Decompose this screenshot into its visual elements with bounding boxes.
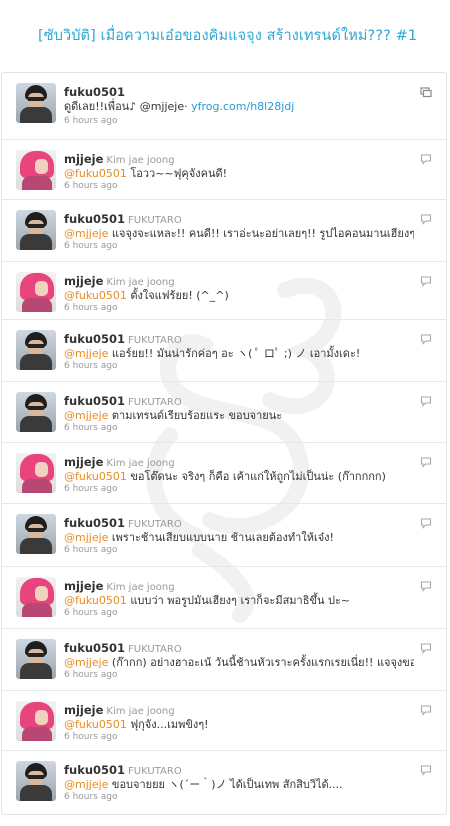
tweet-body: โอวว~~ฟุคุจังคนดี! (126, 167, 228, 180)
tweet-item: fuku0501 FUKUTARO @mjjeje ตามเทรนด์เรียบร้… (2, 381, 446, 442)
timestamp[interactable]: 6 hours ago (64, 116, 118, 126)
reply-icon[interactable] (420, 275, 432, 287)
mention-link[interactable]: @fuku0501 (64, 718, 127, 731)
tweet-item: fuku0501 FUKUTARO @mjjeje ขอบจายยย ヽ(´ー｀)ノ… (2, 750, 446, 814)
avatar[interactable] (16, 150, 56, 190)
timestamp[interactable]: 6 hours ago (64, 423, 118, 433)
tweet-body: เพราะช้านเสียบแบบนาย ช้านเลยต้องทำให้เจ๋… (108, 531, 334, 544)
avatar[interactable] (16, 453, 56, 493)
reply-icon[interactable] (420, 580, 432, 592)
mention-link[interactable]: @fuku0501 (64, 594, 127, 607)
tweet-text: @fuku0501 ขอโต๊ดนะ จริงๆ ก็คือ เค้าแก่ให… (64, 467, 414, 485)
tweet-text: ดูดีเลย!!เพื่อน♪ @mjjeje· yfrog.com/h8l2… (64, 97, 414, 115)
tweet-item: fuku0501 FUKUTARO @mjjeje เพราะช้านเสียบแบ… (2, 503, 446, 566)
mention-link[interactable]: @mjjeje (64, 227, 108, 240)
reply-icon[interactable] (420, 395, 432, 407)
tweet-item: mjjeje Kim jae joong @fuku0501 โอวว~~ฟุคุจ… (2, 139, 446, 199)
timestamp[interactable]: 6 hours ago (64, 484, 118, 494)
tweet-item: mjjeje Kim jae joong @fuku0501 ฟุกุจัง...เ… (2, 690, 446, 750)
tweet-item: fuku0501 FUKUTARO @mjjeje (ก๊ากก) อย่างฮาอ… (2, 628, 446, 690)
tweet-text: @mjjeje เพราะช้านเสียบแบบนาย ช้านเลยต้อง… (64, 528, 414, 546)
reply-icon[interactable] (420, 764, 432, 776)
tweet-body: ตั้งใจแฟร้ยย! (^_^) (126, 289, 229, 302)
mention-link[interactable]: @mjjeje (64, 531, 108, 544)
timestamp[interactable]: 6 hours ago (64, 608, 118, 618)
tweet-body: (ก๊ากก) อย่างฮาอะเน้ วันนี้ช้านหัวเราะคร… (111, 656, 414, 669)
tweet-item: mjjeje Kim jae joong @fuku0501 แบบว่า พอรู… (2, 566, 446, 628)
mention-link[interactable]: @fuku0501 (64, 289, 127, 302)
timestamp[interactable]: 6 hours ago (64, 181, 118, 191)
tweet-text: @mjjeje แอร์ยย!! มันน่ารักค่อๆ อะ ヽ( ﾟ ロ… (64, 344, 414, 362)
mention-link[interactable]: @fuku0501 (64, 470, 127, 483)
tweet-body: แจจุงจะแหละ!! คนดี!! เราอ่ะนะอย่าเลยๆ!! … (108, 227, 414, 240)
tweet-link[interactable]: yfrog.com/h8l28jdj (191, 100, 294, 113)
timestamp[interactable]: 6 hours ago (64, 303, 118, 313)
tweet-text: @mjjeje ขอบจายยย ヽ(´ー｀)ノ ได้เป็นเทพ สักส… (64, 775, 414, 793)
tweet-text: @fuku0501 ตั้งใจแฟร้ยย! (^_^) (64, 286, 414, 304)
reply-icon[interactable] (420, 456, 432, 468)
page-title: [ซับวิบัติ] เมื่อความเอ๋อของคิมแจจุง สร้… (38, 28, 418, 44)
tweet-text: @mjjeje ตามเทรนด์เรียบร้อยแระ ขอบจายนะ (64, 406, 414, 424)
tweet-text: @mjjeje (ก๊ากก) อย่างฮาอะเน้ วันนี้ช้านห… (64, 653, 414, 671)
timestamp[interactable]: 6 hours ago (64, 670, 118, 680)
tweet-text: @mjjeje แจจุงจะแหละ!! คนดี!! เราอ่ะนะอย่… (64, 224, 414, 242)
avatar[interactable] (16, 577, 56, 617)
tweet-text: @fuku0501 โอวว~~ฟุคุจังคนดี! (64, 164, 414, 182)
tweet-feed: fuku0501 ดูดีเลย!!เพื่อน♪ @mjjeje· yfrog.… (1, 72, 447, 815)
timestamp[interactable]: 6 hours ago (64, 732, 118, 742)
timestamp[interactable]: 6 hours ago (64, 545, 118, 555)
avatar[interactable] (16, 83, 56, 123)
tweet-item: fuku0501 FUKUTARO @mjjeje แจจุงจะแหละ!! คน… (2, 199, 446, 261)
timestamp[interactable]: 6 hours ago (64, 792, 118, 802)
reply-icon[interactable] (420, 213, 432, 225)
mention-link[interactable]: @mjjeje (64, 778, 108, 791)
tweet-body: ขอบจายยย ヽ(´ー｀)ノ ได้เป็นเทพ สักสิบวิได้.… (108, 778, 343, 791)
reply-icon[interactable] (420, 153, 432, 165)
mention-link[interactable]: @fuku0501 (64, 167, 127, 180)
avatar[interactable] (16, 392, 56, 432)
timestamp[interactable]: 6 hours ago (64, 361, 118, 371)
avatar[interactable] (16, 272, 56, 312)
timestamp[interactable]: 6 hours ago (64, 241, 118, 251)
mention-link[interactable]: @mjjeje (64, 347, 108, 360)
tweet-item: mjjeje Kim jae joong @fuku0501 ตั้งใจแฟร้ย… (2, 261, 446, 319)
mention-link[interactable]: @mjjeje (64, 656, 108, 669)
reply-icon[interactable] (420, 704, 432, 716)
tweet-text: @fuku0501 แบบว่า พอรูปมันเฮียงๆ เราก็จะม… (64, 591, 414, 609)
reply-icon[interactable] (420, 642, 432, 654)
tweet-body: ฟุกุจัง...เมพขิงๆ! (126, 718, 209, 731)
mention-link[interactable]: @mjjeje (64, 409, 108, 422)
tweet-body: แอร์ยย!! มันน่ารักค่อๆ อะ ヽ( ﾟ ロﾟ ;) ノ เ… (108, 347, 361, 360)
avatar[interactable] (16, 514, 56, 554)
reply-icon[interactable] (420, 333, 432, 345)
reply-icon[interactable] (420, 517, 432, 529)
avatar[interactable] (16, 210, 56, 250)
retweet-icon[interactable] (420, 86, 432, 98)
avatar[interactable] (16, 330, 56, 370)
avatar[interactable] (16, 701, 56, 741)
tweet-body: แบบว่า พอรูปมันเฮียงๆ เราก็จะมีสมาธิขึ้น… (126, 594, 351, 607)
tweet-body: ดูดีเลย!!เพื่อน♪ @mjjeje· (64, 100, 192, 113)
avatar[interactable] (16, 761, 56, 801)
tweet-item: fuku0501 FUKUTARO @mjjeje แอร์ยย!! มันน่าร… (2, 319, 446, 381)
avatar[interactable] (16, 639, 56, 679)
tweet-item: fuku0501 ดูดีเลย!!เพื่อน♪ @mjjeje· yfrog.… (2, 73, 446, 139)
tweet-body: ตามเทรนด์เรียบร้อยแระ ขอบจายนะ (108, 409, 283, 422)
tweet-body: ขอโต๊ดนะ จริงๆ ก็คือ เค้าแก่ให้ถูกไม่เป็… (126, 470, 386, 483)
tweet-item: mjjeje Kim jae joong @fuku0501 ขอโต๊ดนะ จร… (2, 442, 446, 503)
tweet-text: @fuku0501 ฟุกุจัง...เมพขิงๆ! (64, 715, 414, 733)
